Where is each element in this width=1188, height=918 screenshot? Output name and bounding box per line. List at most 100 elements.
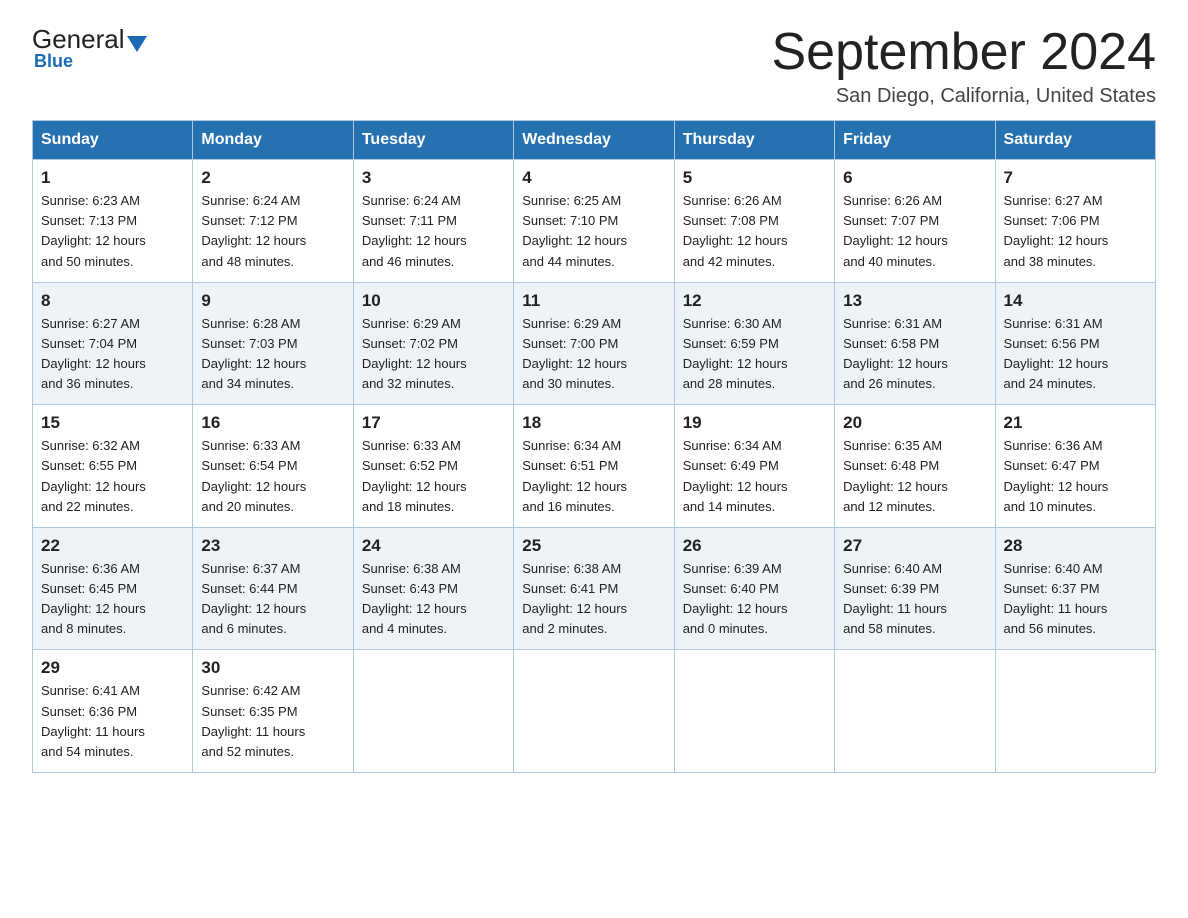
calendar-day-cell: 6Sunrise: 6:26 AMSunset: 7:07 PMDaylight… <box>835 160 995 283</box>
calendar-day-cell: 18 Sunrise: 6:34 AMSunset: 6:51 PMDayligh… <box>514 405 674 528</box>
calendar-day-cell: 3Sunrise: 6:24 AMSunset: 7:11 PMDaylight… <box>353 160 513 283</box>
day-number: 17 <box>362 413 505 433</box>
day-info: Sunrise: 6:36 AMSunset: 6:47 PMDaylight:… <box>1004 438 1109 513</box>
day-number: 11 <box>522 291 665 311</box>
day-number: 18 <box>522 413 665 433</box>
calendar-day-cell <box>674 650 834 773</box>
calendar-day-cell: 12 Sunrise: 6:30 AMSunset: 6:59 PMDayligh… <box>674 282 834 405</box>
calendar-day-cell: 2 Sunrise: 6:24 AMSunset: 7:12 PMDaylight… <box>193 160 353 283</box>
weekday-header-row: Sunday Monday Tuesday Wednesday Thursday… <box>33 121 1156 160</box>
day-number: 16 <box>201 413 344 433</box>
calendar-subtitle: San Diego, California, United States <box>772 85 1157 108</box>
day-info: Sunrise: 6:41 AMSunset: 6:36 PMDaylight:… <box>41 683 145 758</box>
calendar-day-cell: 30Sunrise: 6:42 AMSunset: 6:35 PMDayligh… <box>193 650 353 773</box>
day-info: Sunrise: 6:39 AMSunset: 6:40 PMDaylight:… <box>683 561 788 636</box>
header-sunday: Sunday <box>33 121 193 160</box>
calendar-day-cell: 15 Sunrise: 6:32 AMSunset: 6:55 PMDayligh… <box>33 405 193 528</box>
day-info: Sunrise: 6:30 AMSunset: 6:59 PMDaylight:… <box>683 316 788 391</box>
day-info: Sunrise: 6:33 AMSunset: 6:52 PMDaylight:… <box>362 438 467 513</box>
day-number: 4 <box>522 168 665 188</box>
calendar-day-cell: 29 Sunrise: 6:41 AMSunset: 6:36 PMDayligh… <box>33 650 193 773</box>
day-number: 26 <box>683 536 826 556</box>
calendar-day-cell: 1 Sunrise: 6:23 AMSunset: 7:13 PMDaylight… <box>33 160 193 283</box>
calendar-day-cell: 14 Sunrise: 6:31 AMSunset: 6:56 PMDayligh… <box>995 282 1155 405</box>
day-info: Sunrise: 6:28 AMSunset: 7:03 PMDaylight:… <box>201 316 306 391</box>
calendar-title: September 2024 <box>772 24 1157 81</box>
day-info: Sunrise: 6:40 AMSunset: 6:39 PMDaylight:… <box>843 561 947 636</box>
day-number: 3 <box>362 168 505 188</box>
day-info: Sunrise: 6:31 AMSunset: 6:58 PMDaylight:… <box>843 316 948 391</box>
calendar-day-cell <box>995 650 1155 773</box>
day-number: 13 <box>843 291 986 311</box>
day-number: 19 <box>683 413 826 433</box>
day-info: Sunrise: 6:27 AMSunset: 7:04 PMDaylight:… <box>41 316 146 391</box>
day-info: Sunrise: 6:34 AMSunset: 6:51 PMDaylight:… <box>522 438 627 513</box>
day-info: Sunrise: 6:23 AMSunset: 7:13 PMDaylight:… <box>41 193 146 268</box>
day-info: Sunrise: 6:29 AMSunset: 7:00 PMDaylight:… <box>522 316 627 391</box>
calendar-day-cell: 8 Sunrise: 6:27 AMSunset: 7:04 PMDaylight… <box>33 282 193 405</box>
day-number: 29 <box>41 658 184 678</box>
day-number: 6 <box>843 168 986 188</box>
day-number: 9 <box>201 291 344 311</box>
header-friday: Friday <box>835 121 995 160</box>
day-info: Sunrise: 6:27 AMSunset: 7:06 PMDaylight:… <box>1004 193 1109 268</box>
day-info: Sunrise: 6:32 AMSunset: 6:55 PMDaylight:… <box>41 438 146 513</box>
day-number: 21 <box>1004 413 1147 433</box>
day-info: Sunrise: 6:35 AMSunset: 6:48 PMDaylight:… <box>843 438 948 513</box>
day-info: Sunrise: 6:42 AMSunset: 6:35 PMDaylight:… <box>201 683 305 758</box>
day-number: 27 <box>843 536 986 556</box>
day-info: Sunrise: 6:37 AMSunset: 6:44 PMDaylight:… <box>201 561 306 636</box>
calendar-day-cell: 19 Sunrise: 6:34 AMSunset: 6:49 PMDayligh… <box>674 405 834 528</box>
header-monday: Monday <box>193 121 353 160</box>
header-saturday: Saturday <box>995 121 1155 160</box>
calendar-table: Sunday Monday Tuesday Wednesday Thursday… <box>32 120 1156 773</box>
calendar-day-cell: 26 Sunrise: 6:39 AMSunset: 6:40 PMDayligh… <box>674 527 834 650</box>
day-info: Sunrise: 6:38 AMSunset: 6:41 PMDaylight:… <box>522 561 627 636</box>
day-info: Sunrise: 6:26 AMSunset: 7:08 PMDaylight:… <box>683 193 788 268</box>
day-number: 2 <box>201 168 344 188</box>
day-number: 22 <box>41 536 184 556</box>
calendar-day-cell: 17 Sunrise: 6:33 AMSunset: 6:52 PMDayligh… <box>353 405 513 528</box>
calendar-day-cell: 23 Sunrise: 6:37 AMSunset: 6:44 PMDayligh… <box>193 527 353 650</box>
day-number: 12 <box>683 291 826 311</box>
day-info: Sunrise: 6:24 AMSunset: 7:12 PMDaylight:… <box>201 193 306 268</box>
title-block: September 2024 San Diego, California, Un… <box>772 24 1157 108</box>
calendar-day-cell: 27 Sunrise: 6:40 AMSunset: 6:39 PMDayligh… <box>835 527 995 650</box>
calendar-day-cell: 16 Sunrise: 6:33 AMSunset: 6:54 PMDayligh… <box>193 405 353 528</box>
calendar-day-cell: 28 Sunrise: 6:40 AMSunset: 6:37 PMDayligh… <box>995 527 1155 650</box>
day-number: 23 <box>201 536 344 556</box>
calendar-day-cell: 20 Sunrise: 6:35 AMSunset: 6:48 PMDayligh… <box>835 405 995 528</box>
calendar-week-row: 1 Sunrise: 6:23 AMSunset: 7:13 PMDaylight… <box>33 160 1156 283</box>
day-number: 25 <box>522 536 665 556</box>
day-info: Sunrise: 6:29 AMSunset: 7:02 PMDaylight:… <box>362 316 467 391</box>
day-number: 14 <box>1004 291 1147 311</box>
header-thursday: Thursday <box>674 121 834 160</box>
calendar-day-cell: 4Sunrise: 6:25 AMSunset: 7:10 PMDaylight… <box>514 160 674 283</box>
calendar-day-cell: 25 Sunrise: 6:38 AMSunset: 6:41 PMDayligh… <box>514 527 674 650</box>
day-number: 28 <box>1004 536 1147 556</box>
calendar-day-cell: 21 Sunrise: 6:36 AMSunset: 6:47 PMDayligh… <box>995 405 1155 528</box>
day-number: 1 <box>41 168 184 188</box>
day-info: Sunrise: 6:38 AMSunset: 6:43 PMDaylight:… <box>362 561 467 636</box>
day-info: Sunrise: 6:34 AMSunset: 6:49 PMDaylight:… <box>683 438 788 513</box>
calendar-day-cell <box>835 650 995 773</box>
logo: General Blue <box>32 24 147 72</box>
day-number: 8 <box>41 291 184 311</box>
day-info: Sunrise: 6:40 AMSunset: 6:37 PMDaylight:… <box>1004 561 1108 636</box>
header-wednesday: Wednesday <box>514 121 674 160</box>
calendar-day-cell: 9 Sunrise: 6:28 AMSunset: 7:03 PMDaylight… <box>193 282 353 405</box>
calendar-day-cell <box>353 650 513 773</box>
calendar-week-row: 8 Sunrise: 6:27 AMSunset: 7:04 PMDaylight… <box>33 282 1156 405</box>
calendar-day-cell: 10Sunrise: 6:29 AMSunset: 7:02 PMDayligh… <box>353 282 513 405</box>
day-number: 15 <box>41 413 184 433</box>
calendar-day-cell: 5 Sunrise: 6:26 AMSunset: 7:08 PMDaylight… <box>674 160 834 283</box>
day-number: 20 <box>843 413 986 433</box>
calendar-week-row: 15 Sunrise: 6:32 AMSunset: 6:55 PMDayligh… <box>33 405 1156 528</box>
day-info: Sunrise: 6:36 AMSunset: 6:45 PMDaylight:… <box>41 561 146 636</box>
day-info: Sunrise: 6:31 AMSunset: 6:56 PMDaylight:… <box>1004 316 1109 391</box>
calendar-week-row: 22 Sunrise: 6:36 AMSunset: 6:45 PMDayligh… <box>33 527 1156 650</box>
day-info: Sunrise: 6:33 AMSunset: 6:54 PMDaylight:… <box>201 438 306 513</box>
day-number: 5 <box>683 168 826 188</box>
calendar-day-cell: 22 Sunrise: 6:36 AMSunset: 6:45 PMDayligh… <box>33 527 193 650</box>
calendar-day-cell: 24Sunrise: 6:38 AMSunset: 6:43 PMDayligh… <box>353 527 513 650</box>
